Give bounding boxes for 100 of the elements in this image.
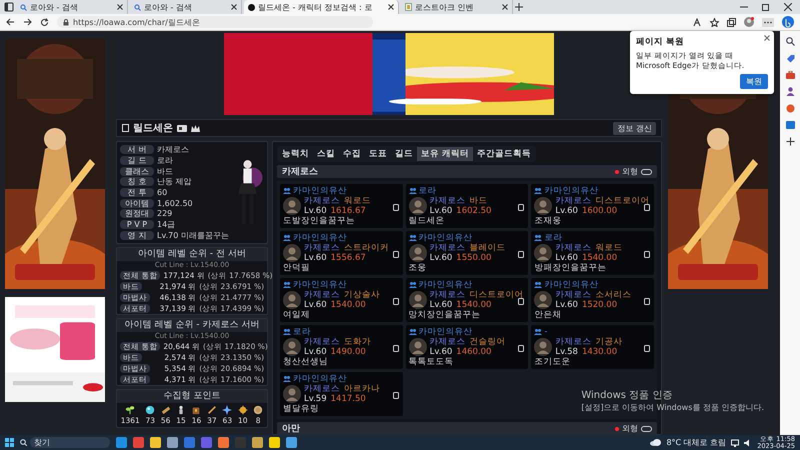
app-icon[interactable] xyxy=(167,437,178,448)
class-name: 기상술사 xyxy=(344,290,380,300)
guild-name: 카마인의유산 xyxy=(293,279,347,290)
search-icon[interactable] xyxy=(786,37,794,46)
close-icon[interactable] xyxy=(388,4,394,10)
character-name: 릴드세온 xyxy=(133,122,173,135)
search-field[interactable]: 찾기 xyxy=(30,437,110,448)
profile-icon[interactable] xyxy=(744,17,754,27)
people-icon xyxy=(283,188,291,194)
character-card[interactable]: 로라 카제로스 도화가 Lv.60 1490.00 청산선생님 xyxy=(280,325,403,369)
briefcase-icon[interactable] xyxy=(786,71,794,79)
info-value: 14급 xyxy=(157,219,176,230)
close-icon[interactable] xyxy=(764,35,770,41)
page-tab[interactable]: 능력치 xyxy=(278,147,313,161)
avatar-icon xyxy=(534,338,552,356)
character-card[interactable]: 카마인의유산 카제로스 블레이드 Lv.60 1550.00 조웅 xyxy=(406,231,528,275)
address-bar[interactable]: https://loawa.com/char/릴드세온 xyxy=(57,16,373,28)
avatar-icon xyxy=(408,291,427,309)
level-text: Lv.60 xyxy=(555,206,578,216)
character-card[interactable]: 카마인의유산 카제로스 워로드 Lv.60 1616.67 도발장인을꿈꾸는 xyxy=(280,184,403,228)
new-tab-icon[interactable] xyxy=(515,0,523,14)
refresh-icon[interactable] xyxy=(40,18,49,26)
close-icon[interactable] xyxy=(231,4,237,10)
plus-icon[interactable] xyxy=(786,137,794,146)
character-card[interactable]: - 카제로스 기공사 Lv.58 1430.00 조기도운 xyxy=(531,325,654,369)
app-icon[interactable] xyxy=(286,437,297,448)
class-name: 디스트로이어 xyxy=(595,196,650,206)
forward-icon[interactable] xyxy=(23,18,32,26)
character-card[interactable]: 카마인의유산 카제로스 아르카나 Lv.59 1417.50 별달유링 xyxy=(280,372,403,416)
character-name: 조재웅 xyxy=(534,216,562,226)
app-icon[interactable] xyxy=(269,437,280,448)
copy-icon[interactable] xyxy=(392,251,399,258)
character-card[interactable]: 카마인의유산 카제로스 디스트로이어 Lv.60 1540.00 망치장인을꿈꾸는 xyxy=(406,278,528,322)
bookmark-icon xyxy=(122,124,129,132)
copy-icon[interactable] xyxy=(518,251,524,258)
level-text: Lv.60 xyxy=(430,206,452,216)
chat-icon[interactable] xyxy=(782,16,794,28)
refresh-button[interactable]: 정보 갱신 xyxy=(613,122,656,134)
appearance-toggle[interactable] xyxy=(641,426,652,432)
star-icon[interactable] xyxy=(710,18,719,26)
browser-tab[interactable]: 릴드세온 - 캐릭터 정보검색 : 로 xyxy=(244,0,399,14)
page-tab[interactable]: 수집 xyxy=(339,147,365,161)
copy-icon[interactable] xyxy=(644,204,650,211)
app-icon[interactable] xyxy=(150,437,161,448)
page-tab[interactable]: 스킬 xyxy=(313,147,339,161)
people-icon xyxy=(408,188,417,194)
info-label: 클래스 xyxy=(120,166,154,176)
character-card[interactable]: 로라 카제로스 워로드 Lv.60 1540.00 방패장인을꿈꾸는 xyxy=(531,231,654,275)
person-icon[interactable] xyxy=(786,87,794,96)
close-icon[interactable] xyxy=(784,3,792,11)
read-aloud-icon[interactable] xyxy=(693,18,702,26)
collections-icon[interactable] xyxy=(727,18,736,26)
page-tab[interactable]: 보유 캐릭터 xyxy=(417,147,473,161)
circle-icon[interactable] xyxy=(786,104,794,113)
app-icon[interactable] xyxy=(116,437,127,448)
copy-icon[interactable] xyxy=(518,298,524,305)
appearance-toggle[interactable] xyxy=(641,168,652,174)
copy-icon[interactable] xyxy=(644,298,650,305)
close-icon[interactable] xyxy=(117,4,123,10)
character-card[interactable]: 카마인의유산 카제로스 소서리스 Lv.60 1520.00 안은채 xyxy=(531,278,654,322)
info-label: 칭 호 xyxy=(120,177,154,186)
copy-icon[interactable] xyxy=(392,392,399,399)
server-title: 아만 xyxy=(282,423,300,435)
copy-icon[interactable] xyxy=(392,204,399,211)
search-icon xyxy=(134,4,141,10)
copy-icon[interactable] xyxy=(518,345,524,352)
level-text: Lv.60 xyxy=(304,206,327,216)
character-card[interactable]: 카마인의유산 카제로스 디스트로이어 Lv.60 1600.00 조재웅 xyxy=(531,184,654,228)
character-card[interactable]: 로라 카제로스 바드 Lv.60 1602.50 릴드세온 xyxy=(406,184,528,228)
more-icon[interactable] xyxy=(762,18,774,26)
tag-icon[interactable] xyxy=(786,54,794,63)
copy-icon[interactable] xyxy=(644,345,650,352)
tab-actions-icon[interactable] xyxy=(4,0,14,14)
people-icon xyxy=(408,235,417,241)
copy-icon[interactable] xyxy=(518,204,524,211)
class-name: 아르카나 xyxy=(344,384,380,394)
copy-icon[interactable] xyxy=(644,251,650,258)
character-card[interactable]: 카마인의유산 카제로스 기상술사 Lv.60 1540.00 여일제 xyxy=(280,278,403,322)
close-icon[interactable] xyxy=(502,4,508,10)
page-tab[interactable]: 도표 xyxy=(365,147,391,161)
avatar-icon xyxy=(283,244,301,262)
windows-icon[interactable] xyxy=(5,438,14,447)
character-name: 안덕필 xyxy=(283,263,311,273)
page-tab[interactable]: 길드 xyxy=(391,147,417,161)
restore-button[interactable]: 복원 xyxy=(740,74,768,89)
network-icon[interactable] xyxy=(731,438,740,446)
item-level: 1490.00 xyxy=(330,347,366,357)
app-icon[interactable] xyxy=(218,437,229,448)
item-level: 1556.67 xyxy=(330,253,366,263)
page-tab[interactable]: 주간골드획득 xyxy=(472,147,535,161)
back-icon[interactable] xyxy=(6,18,15,26)
maximize-icon[interactable] xyxy=(762,3,770,11)
character-card[interactable]: 카마인의유산 카제로스 스트라이커 Lv.60 1556.67 안덕필 xyxy=(280,231,403,275)
app-icon[interactable] xyxy=(252,437,263,448)
copy-icon[interactable] xyxy=(392,298,399,305)
character-card[interactable]: 카마인의유산 카제로스 건슬링어 Lv.60 1460.00 톡톡토도독 xyxy=(406,325,528,369)
copy-icon[interactable] xyxy=(392,345,399,352)
app-icon[interactable] xyxy=(133,437,144,448)
orb-icon xyxy=(145,405,156,416)
item-level: 1540.00 xyxy=(582,253,618,263)
